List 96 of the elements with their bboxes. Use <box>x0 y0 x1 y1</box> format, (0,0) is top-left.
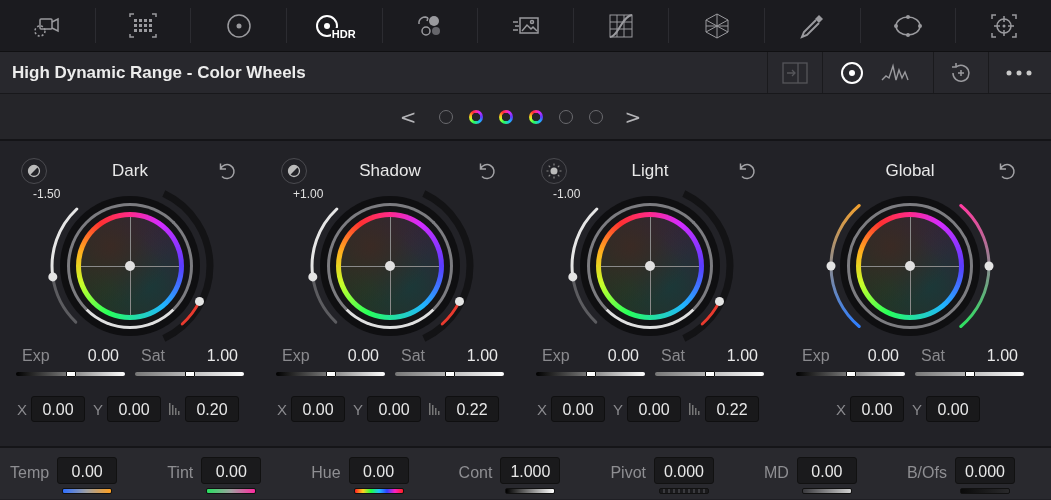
wheel-title: Dark <box>111 161 149 181</box>
y-label: Y <box>93 400 103 418</box>
slider-thumb[interactable] <box>65 371 76 377</box>
value-field[interactable]: 0.00 <box>201 457 262 484</box>
control-label: Cont <box>458 463 493 482</box>
exp-value: 0.00 <box>607 347 639 365</box>
value-field[interactable]: 0.00 <box>796 457 857 484</box>
exp-slider[interactable] <box>16 372 125 376</box>
next-page-button[interactable]: > <box>618 104 648 129</box>
x-field[interactable]: 0.00 <box>551 396 605 422</box>
x-field[interactable]: 0.00 <box>850 396 904 422</box>
gradient-indicator <box>801 488 852 494</box>
gradient-indicator <box>659 488 709 494</box>
sat-value: 1.00 <box>466 347 498 365</box>
y-label: Y <box>353 400 363 418</box>
exp-slider[interactable] <box>276 372 385 376</box>
exp-slider[interactable] <box>796 372 905 376</box>
falloff-icon <box>689 402 701 416</box>
wheel-title: Shadow <box>358 161 422 181</box>
exp-slider[interactable] <box>536 372 645 376</box>
falloff-field[interactable]: 0.22 <box>705 396 759 422</box>
sat-slider[interactable] <box>395 372 504 376</box>
page-indicator[interactable] <box>498 109 513 124</box>
dot-grid-icon <box>127 11 158 40</box>
slider-thumb[interactable] <box>444 371 455 377</box>
sat-label: Sat <box>141 347 165 365</box>
toolbar-button[interactable]: HDR <box>286 8 383 43</box>
slider-thumb[interactable] <box>184 371 195 377</box>
sat-label: Sat <box>401 347 425 365</box>
x-field[interactable]: 0.00 <box>291 396 345 422</box>
x-label: X <box>17 400 27 418</box>
slider-thumb[interactable] <box>964 371 975 377</box>
page-indicator[interactable] <box>528 109 543 124</box>
half-circle-icon <box>285 162 303 180</box>
value-field[interactable]: 0.000 <box>954 457 1015 484</box>
falloff-icon <box>169 402 181 416</box>
value-field[interactable]: 0.00 <box>57 457 118 484</box>
wheel-title: Light <box>630 161 670 181</box>
slider-thumb[interactable] <box>585 371 596 377</box>
y-field[interactable]: 0.00 <box>926 396 980 422</box>
gradient-indicator <box>505 488 556 494</box>
control-label: Temp <box>10 463 50 482</box>
sat-label: Sat <box>921 347 945 365</box>
exp-value: 0.00 <box>87 347 119 365</box>
gradient-indicator <box>206 488 257 494</box>
previous-page-button[interactable]: < <box>393 104 423 129</box>
control-label: Tint <box>167 463 194 482</box>
y-label: Y <box>613 400 623 418</box>
panel-toggle-icon <box>780 59 810 86</box>
sat-slider[interactable] <box>655 372 764 376</box>
zone-value: -1.00 <box>553 187 581 201</box>
exp-value: 0.00 <box>347 347 379 365</box>
gradient-indicator <box>62 488 113 494</box>
slider-thumb[interactable] <box>704 371 715 377</box>
exp-value: 0.00 <box>867 347 899 365</box>
half-circle-icon <box>25 162 43 180</box>
control-label: Hue <box>311 463 341 482</box>
value-field[interactable]: 1.000 <box>500 457 561 484</box>
slider-thumb[interactable] <box>845 371 856 377</box>
gradient-indicator <box>353 488 404 494</box>
exp-label: Exp <box>802 347 830 365</box>
value-field[interactable]: 0.000 <box>654 457 714 484</box>
x-label: X <box>277 400 287 418</box>
zone-value: -1.50 <box>33 187 61 201</box>
exp-label: Exp <box>542 347 570 365</box>
sat-slider[interactable] <box>915 372 1024 376</box>
target-icon <box>988 11 1019 40</box>
y-field[interactable]: 0.00 <box>627 396 681 422</box>
falloff-field[interactable]: 0.20 <box>185 396 239 422</box>
sat-value: 1.00 <box>206 347 238 365</box>
x-label: X <box>836 400 846 418</box>
gradient-indicator <box>959 488 1010 494</box>
control-label: B/Ofs <box>906 463 947 482</box>
falloff-field[interactable]: 0.22 <box>445 396 499 422</box>
sat-value: 1.00 <box>986 347 1018 365</box>
wheel-title: Global <box>884 161 936 181</box>
exp-label: Exp <box>22 347 50 365</box>
x-label: X <box>537 400 547 418</box>
sat-value: 1.00 <box>726 347 758 365</box>
falloff-icon <box>429 402 441 416</box>
x-field[interactable]: 0.00 <box>31 396 85 422</box>
wheel-arc-drawing[interactable] <box>826 204 994 328</box>
slider-thumb[interactable] <box>325 371 336 377</box>
sat-label: Sat <box>661 347 685 365</box>
page-indicator[interactable] <box>468 109 483 124</box>
panel-title: High Dynamic Range - Color Wheels <box>12 62 307 83</box>
y-field[interactable]: 0.00 <box>367 396 421 422</box>
control-label: MD <box>764 463 789 482</box>
value-field[interactable]: 0.00 <box>348 457 409 484</box>
y-label: Y <box>912 400 922 418</box>
exp-label: Exp <box>282 347 310 365</box>
zone-value: +1.00 <box>293 187 324 201</box>
sun-icon <box>545 162 563 180</box>
y-field[interactable]: 0.00 <box>107 396 161 422</box>
sat-slider[interactable] <box>135 372 244 376</box>
control-label: Pivot <box>610 463 646 482</box>
